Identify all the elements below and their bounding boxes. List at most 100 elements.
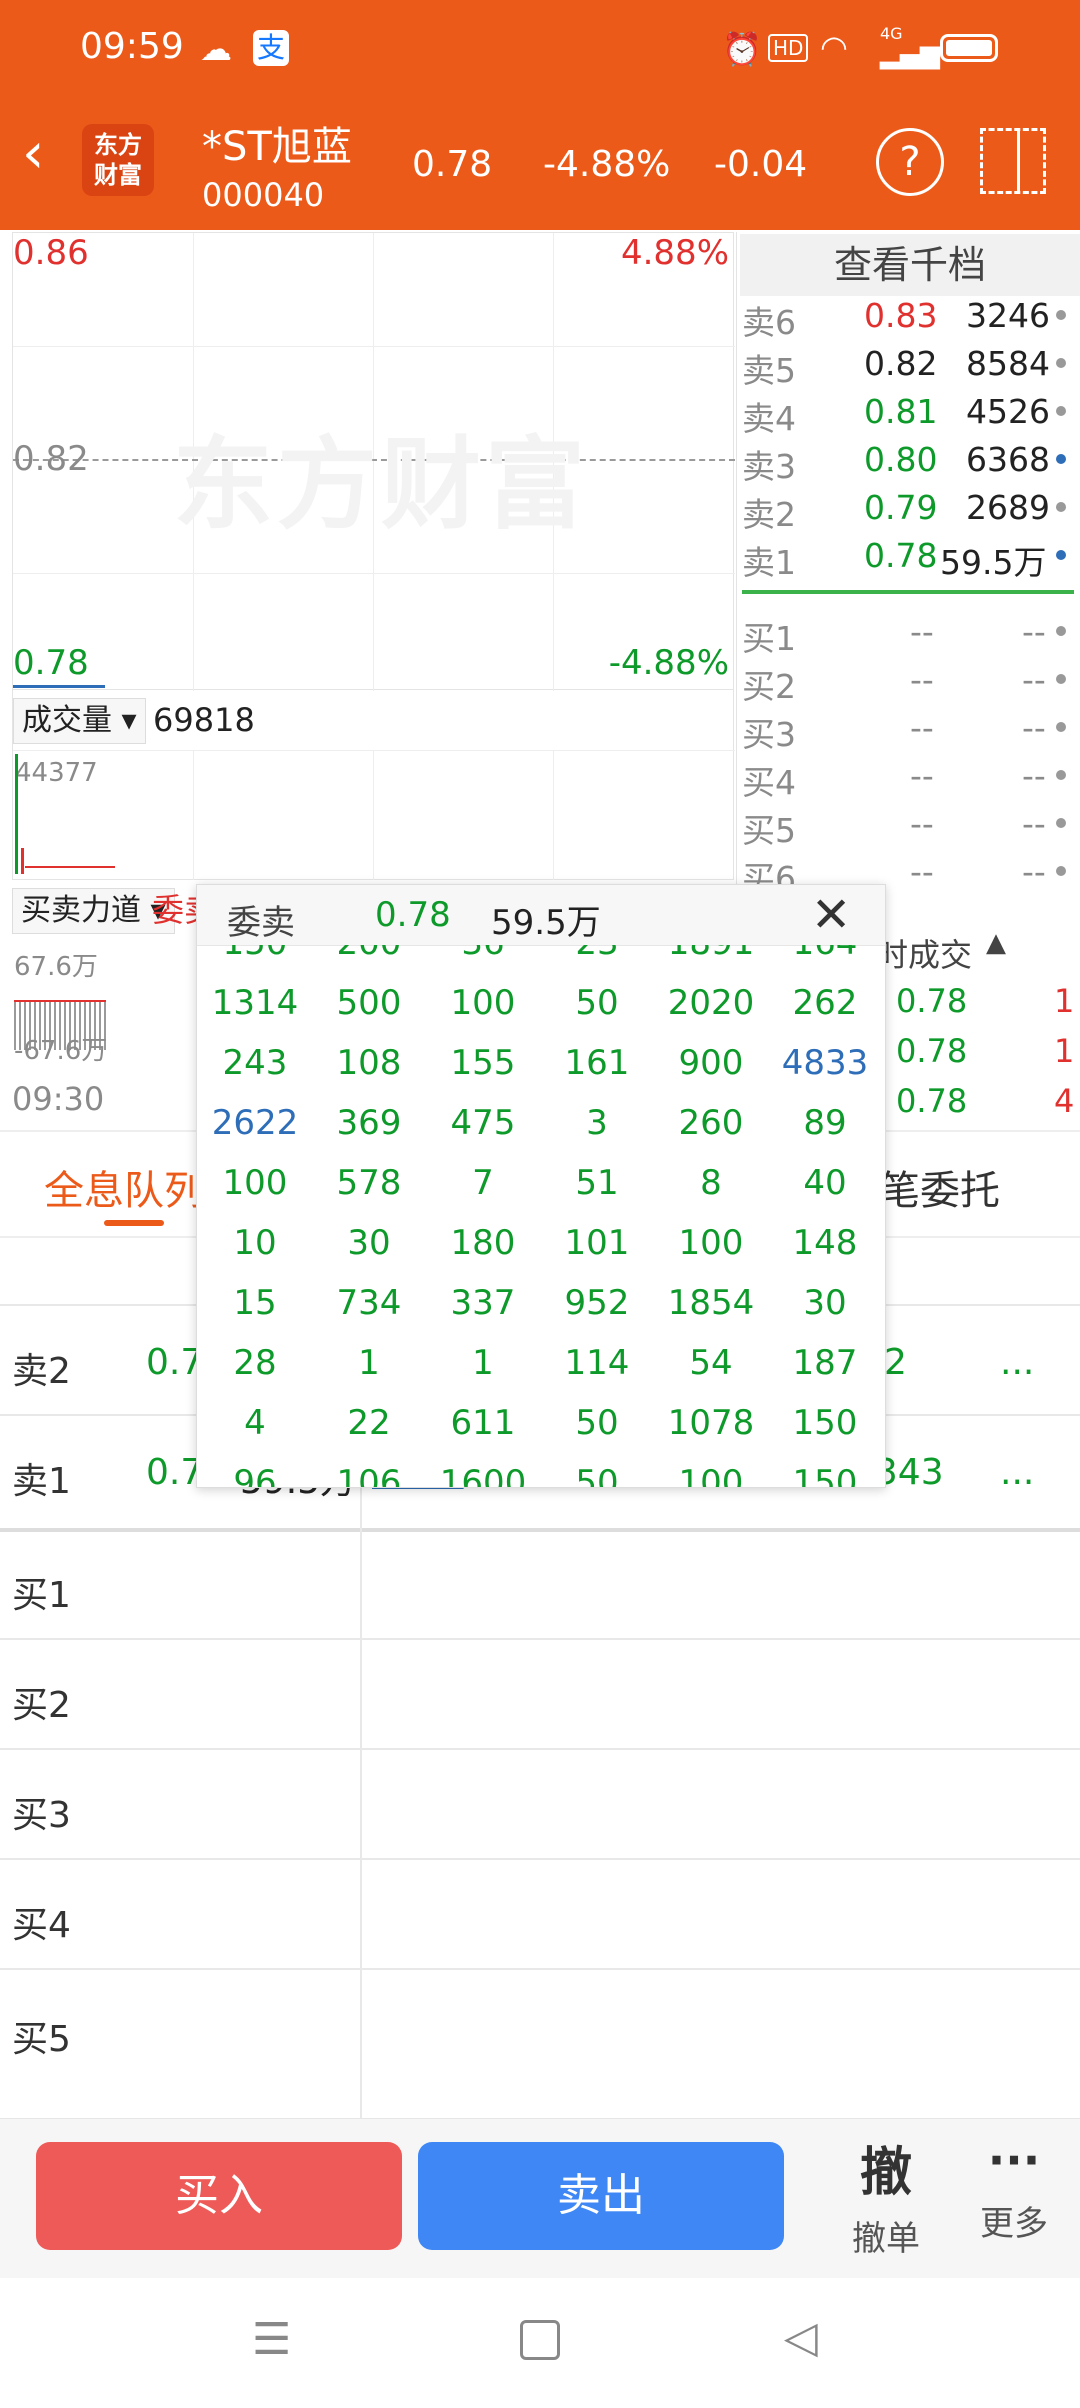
more-button[interactable]: ··· 更多 <box>964 2130 1064 2245</box>
tab-full-queue[interactable]: 全息队列 <box>44 1158 204 1216</box>
popup-header: 委卖 0.78 59.5万 ✕ <box>197 885 885 946</box>
popup-order-cell: 89 <box>803 1103 847 1143</box>
trades-title: 时成交 <box>876 936 973 974</box>
popup-order-cell: 4833 <box>781 1043 869 1083</box>
popup-order-cell: 1078 <box>667 1403 755 1443</box>
stock-header: ‹ 东方 财富 *ST旭蓝 000040 0.78 -4.88% -0.04 ? <box>0 100 1080 230</box>
trade-price: 0.78 <box>896 1032 968 1070</box>
ask-row-2[interactable]: 卖2 0.79 2689 <box>740 488 1080 536</box>
popup-order-cell: 3 <box>586 1103 608 1143</box>
popup-order-cell: 30 <box>347 1223 391 1263</box>
alarm-icon: ⏰ <box>722 30 762 68</box>
force-top: 67.6万 <box>14 952 98 982</box>
popup-order-cell: 51 <box>575 1163 619 1203</box>
tab-underline <box>104 1220 164 1226</box>
bid-row-5[interactable]: 买5 -- -- <box>740 804 1080 852</box>
status-time: 09:59 <box>80 26 184 67</box>
wifi-icon: ◠ <box>820 28 848 66</box>
popup-order-cell: 7 <box>472 1163 494 1203</box>
popup-volume: 59.5万 <box>491 903 601 943</box>
popup-order-cell: 150 <box>792 1403 858 1443</box>
force-indicator-select[interactable]: 买卖力道 ▾ <box>12 888 175 934</box>
stock-code: 000040 <box>202 176 325 214</box>
volume-indicator-select[interactable]: 成交量 ▾ <box>13 698 146 744</box>
queue-row-buy4[interactable]: 买4 <box>0 1860 1080 1970</box>
popup-order-cell: 148 <box>792 1223 858 1263</box>
home-icon[interactable] <box>520 2320 560 2360</box>
back-icon[interactable]: ‹ <box>22 124 44 184</box>
hd-badge: HD <box>768 34 809 62</box>
queue-row-buy3[interactable]: 买3 <box>0 1750 1080 1860</box>
rotate-screen-icon[interactable] <box>980 128 1046 194</box>
ask-row-6[interactable]: 卖6 0.83 3246 <box>740 296 1080 344</box>
popup-order-cell: 50 <box>575 1463 619 1487</box>
buy-button[interactable]: 买入 <box>36 2142 402 2250</box>
popup-order-cell: 161 <box>564 1043 630 1083</box>
wechat-icon: ☁ <box>200 30 232 68</box>
sell-button[interactable]: 卖出 <box>418 2142 784 2250</box>
queue-row-buy2[interactable]: 买2 <box>0 1640 1080 1750</box>
sell-queue-popup[interactable]: 委卖 0.78 59.5万 ✕ 150200362318911641314500… <box>196 884 886 1488</box>
queue-row-buy1[interactable]: 买1 <box>0 1530 1080 1640</box>
popup-order-cell: 155 <box>450 1043 516 1083</box>
stock-change-pct: -4.88% <box>543 144 671 185</box>
intraday-chart[interactable]: 东方财富 0.86 4.88% 0.82 0.78 -4.88% <box>12 232 735 691</box>
popup-order-cell: 611 <box>450 1403 516 1443</box>
alipay-icon: 支 <box>253 30 289 66</box>
bid-row-1[interactable]: 买1 -- -- <box>740 612 1080 660</box>
popup-order-cell: 40 <box>803 1163 847 1203</box>
popup-order-cell: 900 <box>678 1043 744 1083</box>
trade-volume: 4 <box>1054 1082 1075 1120</box>
popup-order-grid: 1502003623189116413145001005020202622431… <box>197 945 885 1487</box>
price-line <box>13 685 105 688</box>
close-icon[interactable]: ✕ <box>811 885 851 945</box>
popup-order-cell: 1600 <box>439 1463 527 1487</box>
cancel-icon: 撤 <box>859 2143 912 2203</box>
more-orders-icon[interactable]: ... <box>1000 1452 1034 1493</box>
ask-row-1[interactable]: 卖1 0.78 59.5万 <box>740 536 1080 584</box>
chart-start-time: 09:30 <box>12 1080 105 1118</box>
popup-order-cell: 50 <box>575 1403 619 1443</box>
popup-order-cell: 23 <box>540 945 654 963</box>
popup-order-cell: 734 <box>336 1283 402 1323</box>
popup-order-cell: 2020 <box>667 983 755 1023</box>
popup-order-cell: 475 <box>450 1103 516 1143</box>
help-icon[interactable]: ? <box>876 128 944 196</box>
popup-order-cell: 243 <box>222 1043 288 1083</box>
popup-order-cell: 200 <box>312 945 426 963</box>
popup-order-cell: 337 <box>450 1283 516 1323</box>
popup-order-cell: 30 <box>803 1283 847 1323</box>
menu-icon[interactable]: ☰ <box>252 2314 291 2365</box>
popup-order-cell: 187 <box>792 1343 858 1383</box>
popup-order-cell: 500 <box>336 983 402 1023</box>
trade-price: 0.78 <box>896 982 968 1020</box>
trade-volume: 1 <box>1054 982 1075 1020</box>
volume-value: 69818 <box>153 701 255 739</box>
force-bottom: -67.6万 <box>14 1036 108 1066</box>
ask-row-4[interactable]: 卖4 0.81 4526 <box>740 392 1080 440</box>
popup-order-cell: 164 <box>768 945 882 963</box>
system-nav-bar: ☰ ◁ <box>0 2278 1080 2408</box>
view-thousand-levels-button[interactable]: 查看千档 <box>740 234 1080 296</box>
popup-order-cell: 36 <box>426 945 540 963</box>
popup-order-cell: 101 <box>564 1223 630 1263</box>
ask-row-5[interactable]: 卖5 0.82 8584 <box>740 344 1080 392</box>
popup-order-cell: 50 <box>575 983 619 1023</box>
sort-up-icon[interactable]: ▲ <box>986 928 1006 958</box>
popup-order-cell: 1891 <box>654 945 768 963</box>
bid-row-2[interactable]: 买2 -- -- <box>740 660 1080 708</box>
popup-order-cell: 1314 <box>211 983 299 1023</box>
cancel-order-button[interactable]: 撤 撤单 <box>836 2130 936 2260</box>
popup-order-cell: 100 <box>678 1223 744 1263</box>
ask-bid-divider <box>742 590 1074 594</box>
bid-row-4[interactable]: 买4 -- -- <box>740 756 1080 804</box>
back-nav-icon[interactable]: ◁ <box>784 2312 818 2363</box>
popup-order-cell: 1 <box>472 1343 494 1383</box>
popup-order-cell: 4 <box>244 1403 266 1443</box>
volume-peak: 44377 <box>15 758 98 788</box>
queue-row-buy5[interactable]: 买5 <box>0 1970 1080 2118</box>
bid-row-3[interactable]: 买3 -- -- <box>740 708 1080 756</box>
volume-bar <box>21 848 24 874</box>
more-orders-icon[interactable]: ... <box>1000 1342 1034 1383</box>
ask-row-3[interactable]: 卖3 0.80 6368 <box>740 440 1080 488</box>
